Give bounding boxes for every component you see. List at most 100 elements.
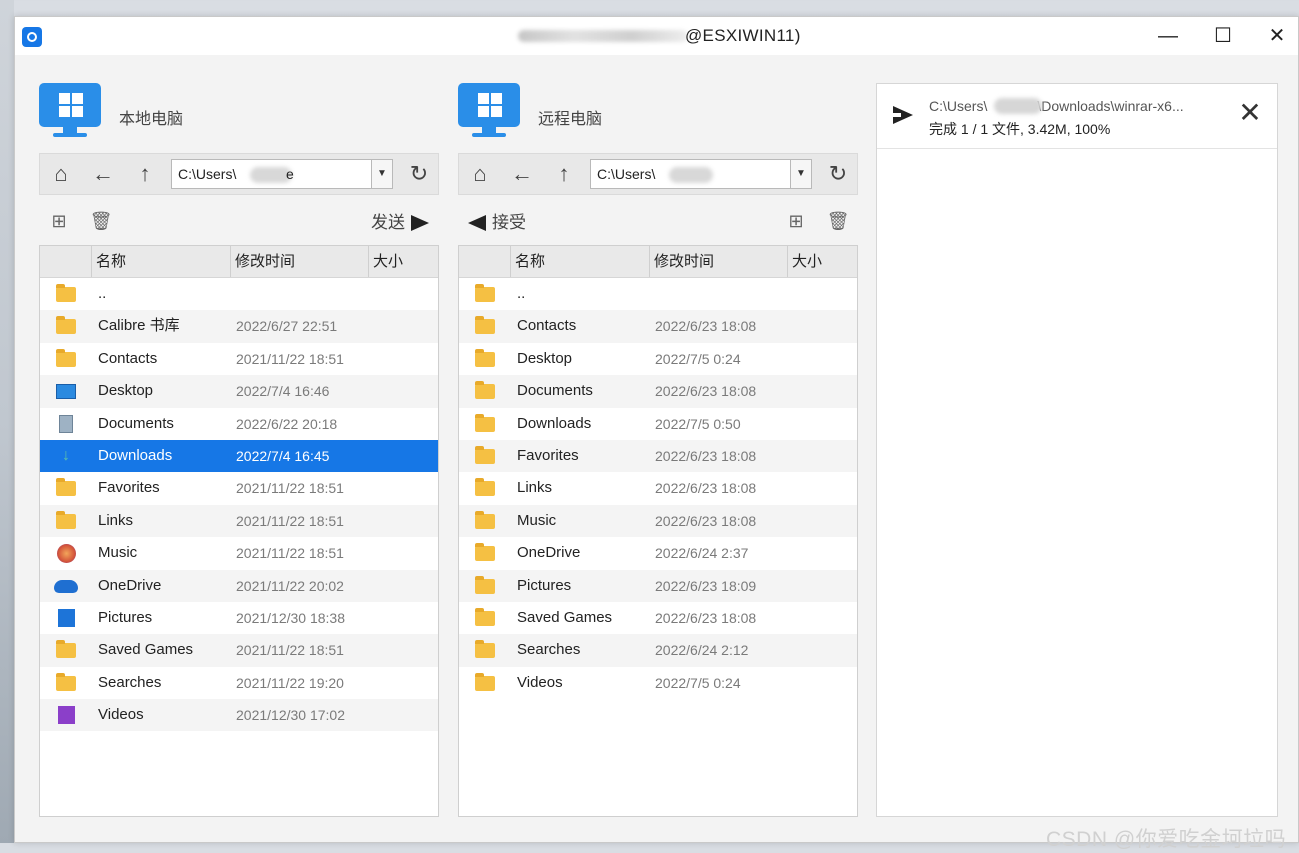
- column-header-modified[interactable]: 修改时间: [231, 246, 369, 277]
- file-name: Pictures: [98, 608, 153, 626]
- file-row[interactable]: Saved Games 2021/11/22 18:51: [40, 634, 438, 667]
- trash-icon[interactable]: 🗑: [826, 209, 850, 233]
- music-folder-icon: [57, 544, 76, 564]
- file-row[interactable]: Downloads 2022/7/5 0:50: [459, 408, 857, 440]
- computer-icon: [39, 83, 103, 141]
- computer-icon: [458, 83, 522, 141]
- column-header-modified[interactable]: 修改时间: [650, 246, 788, 277]
- folder-icon: [475, 381, 495, 400]
- file-row[interactable]: Favorites 2022/6/23 18:08: [459, 439, 857, 473]
- folder-icon: [475, 478, 495, 497]
- file-modified-date: 2022/6/23 18:08: [655, 512, 757, 529]
- local-pane-title: 本地电脑: [119, 111, 184, 128]
- file-row[interactable]: Links 2022/6/23 18:08: [459, 472, 857, 504]
- refresh-icon[interactable]: ↻: [406, 161, 432, 187]
- up-arrow-icon[interactable]: ↑: [132, 161, 158, 187]
- file-row[interactable]: Desktop 2022/7/4 16:46: [40, 375, 438, 408]
- column-header-size[interactable]: 大小: [369, 246, 438, 277]
- file-row[interactable]: Videos 2021/12/30 17:02: [40, 699, 438, 732]
- file-row[interactable]: Music 2021/11/22 18:51: [40, 537, 438, 569]
- file-row[interactable]: Favorites 2021/11/22 18:51: [40, 472, 438, 504]
- remote-pane-title: 远程电脑: [538, 111, 603, 128]
- file-modified-date: 2021/11/22 18:51: [236, 512, 344, 529]
- column-header-name[interactable]: 名称: [511, 246, 650, 277]
- file-name: Calibre 书库: [98, 317, 180, 335]
- file-row[interactable]: Links 2021/11/22 18:51: [40, 504, 438, 538]
- file-name: Searches: [98, 673, 162, 691]
- file-name: OneDrive: [98, 576, 162, 594]
- file-name: Downloads: [517, 414, 592, 432]
- remote-path-text[interactable]: C:\Users\: [597, 166, 655, 182]
- remote-rows: .. Contacts 2022/6/23 18:08 Desktop 2022/7/5…: [459, 278, 857, 699]
- folder-icon: [475, 672, 495, 691]
- trash-icon[interactable]: 🗑: [89, 209, 113, 233]
- file-row[interactable]: Searches 2022/6/24 2:12: [459, 634, 857, 667]
- file-row[interactable]: Desktop 2022/7/5 0:24: [459, 343, 857, 375]
- file-row[interactable]: Music 2022/6/23 18:08: [459, 504, 857, 538]
- send-button[interactable]: 发送: [371, 208, 429, 233]
- folder-icon: [475, 607, 495, 626]
- file-modified-date: 2021/11/22 19:20: [236, 674, 344, 691]
- file-row[interactable]: Documents 2022/6/23 18:08: [459, 375, 857, 408]
- maximize-button[interactable]: ☐: [1203, 21, 1243, 51]
- folder-icon: [475, 413, 495, 432]
- file-modified-date: 2021/11/22 18:51: [236, 642, 344, 659]
- file-row[interactable]: Pictures 2022/6/23 18:09: [459, 569, 857, 602]
- home-icon[interactable]: ⌂: [48, 161, 74, 187]
- remote-path-combobox[interactable]: C:\Users\ ▼: [590, 159, 812, 189]
- remote-list-header: 名称 修改时间 大小: [459, 246, 857, 278]
- file-row[interactable]: Contacts 2021/11/22 18:51: [40, 343, 438, 375]
- folder-icon: [475, 543, 495, 562]
- file-name: Contacts: [517, 317, 577, 335]
- column-header-size[interactable]: 大小: [788, 246, 857, 277]
- home-icon[interactable]: ⌂: [467, 161, 493, 187]
- icon-column-header: [459, 246, 511, 277]
- downloads-folder-icon: ↓: [62, 446, 70, 464]
- local-path-text[interactable]: C:\Users\: [178, 166, 236, 182]
- remote-nav-bar: ⌂ ← ↑ C:\Users\ ▼ ↻: [458, 153, 858, 195]
- file-modified-date: 2022/7/4 16:45: [236, 447, 330, 464]
- transfer-status: 完成 1 / 1 文件, 3.42M, 100%: [929, 121, 1111, 137]
- receive-button[interactable]: 接受: [468, 208, 526, 233]
- close-button[interactable]: ✕: [1257, 21, 1297, 51]
- file-modified-date: 2022/6/27 22:51: [236, 318, 338, 335]
- refresh-icon[interactable]: ↻: [825, 161, 851, 187]
- file-name: Documents: [517, 382, 593, 400]
- file-row[interactable]: Saved Games 2022/6/23 18:08: [459, 602, 857, 634]
- file-row[interactable]: Searches 2021/11/22 19:20: [40, 667, 438, 699]
- file-row[interactable]: Videos 2022/7/5 0:24: [459, 667, 857, 699]
- file-row[interactable]: Pictures 2021/12/30 18:38: [40, 602, 438, 634]
- file-name: Contacts: [98, 349, 158, 367]
- minimize-button[interactable]: —: [1148, 21, 1188, 51]
- file-row[interactable]: OneDrive 2022/6/24 2:37: [459, 537, 857, 569]
- close-icon[interactable]: ✕: [1235, 98, 1265, 128]
- back-arrow-icon[interactable]: ←: [90, 161, 116, 187]
- file-name: ..: [517, 285, 526, 302]
- folder-icon: [475, 575, 495, 594]
- file-row[interactable]: ↓ Downloads 2022/7/4 16:45: [40, 439, 438, 473]
- file-modified-date: 2022/7/5 0:24: [655, 674, 741, 691]
- file-row[interactable]: Contacts 2022/6/23 18:08: [459, 310, 857, 343]
- transfer-item[interactable]: C:\Users\ \Downloads\winrar-x6... 完成 1 / …: [877, 84, 1277, 149]
- local-path-combobox[interactable]: C:\Users\ e ▼: [171, 159, 393, 189]
- file-name: Desktop: [517, 349, 573, 367]
- chevron-down-icon[interactable]: ▼: [790, 160, 811, 188]
- local-nav-bar: ⌂ ← ↑ C:\Users\ e ▼ ↻: [39, 153, 439, 195]
- chevron-down-icon[interactable]: ▼: [371, 160, 392, 188]
- folder-icon: [56, 348, 76, 367]
- file-name: Desktop: [98, 382, 154, 400]
- new-folder-icon[interactable]: ⊞: [784, 209, 808, 233]
- file-name: Videos: [517, 673, 563, 691]
- file-row[interactable]: OneDrive 2021/11/22 20:02: [40, 569, 438, 602]
- transfer-path-prefix: C:\Users\: [929, 98, 988, 114]
- file-row[interactable]: Documents 2022/6/22 20:18: [40, 408, 438, 440]
- up-arrow-icon[interactable]: ↑: [551, 161, 577, 187]
- file-name: Links: [517, 479, 553, 497]
- column-header-name[interactable]: 名称: [92, 246, 231, 277]
- file-row[interactable]: ..: [40, 278, 438, 310]
- new-folder-icon[interactable]: ⊞: [47, 209, 71, 233]
- back-arrow-icon[interactable]: ←: [509, 161, 535, 187]
- file-row[interactable]: ..: [459, 278, 857, 310]
- remote-file-list: 名称 修改时间 大小 .. Contacts 2022/6/23 18:08 Desk…: [458, 245, 858, 817]
- file-row[interactable]: Calibre 书库 2022/6/27 22:51: [40, 310, 438, 343]
